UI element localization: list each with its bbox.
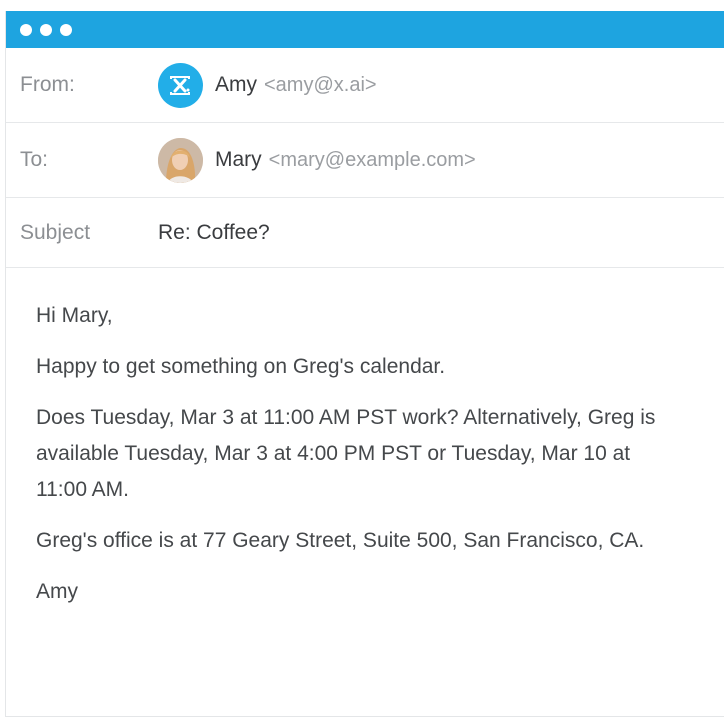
email-window: From: Amy <amy@x.ai> To: Mary <mary@exam… bbox=[5, 11, 724, 717]
from-row: From: Amy <amy@x.ai> bbox=[6, 48, 724, 123]
window-control-dot[interactable] bbox=[20, 23, 32, 36]
recipient-email: <mary@example.com> bbox=[268, 148, 476, 171]
body-paragraph: Does Tuesday, Mar 3 at 11:00 AM PST work… bbox=[36, 406, 656, 501]
message-body[interactable]: Hi Mary, Happy to get something on Greg'… bbox=[6, 268, 666, 610]
subject-value[interactable]: Re: Coffee? bbox=[158, 221, 270, 245]
sender-name: Amy bbox=[215, 73, 257, 96]
subject-row: Subject Re: Coffee? bbox=[6, 198, 724, 268]
window-control-dot[interactable] bbox=[60, 23, 72, 36]
body-paragraph: Greg's office is at 77 Geary Street, Sui… bbox=[36, 529, 645, 552]
from-sender[interactable]: Amy <amy@x.ai> bbox=[158, 62, 377, 108]
recipient-avatar bbox=[158, 137, 203, 183]
signature-text: Amy bbox=[36, 580, 78, 603]
recipient-name: Mary bbox=[215, 148, 262, 171]
title-bar bbox=[6, 11, 724, 48]
to-recipient[interactable]: Mary <mary@example.com> bbox=[158, 137, 476, 183]
greeting-text: Hi Mary, bbox=[36, 304, 113, 327]
from-label: From: bbox=[20, 73, 75, 96]
window-control-dot[interactable] bbox=[40, 23, 52, 36]
sender-email: <amy@x.ai> bbox=[264, 73, 377, 96]
body-paragraph: Happy to get something on Greg's calenda… bbox=[36, 355, 446, 378]
to-label: To: bbox=[20, 148, 49, 171]
to-row: To: Mary <mary@example.com> bbox=[6, 123, 724, 198]
subject-label: Subject bbox=[20, 220, 91, 244]
x-ai-logo-icon bbox=[158, 62, 203, 108]
